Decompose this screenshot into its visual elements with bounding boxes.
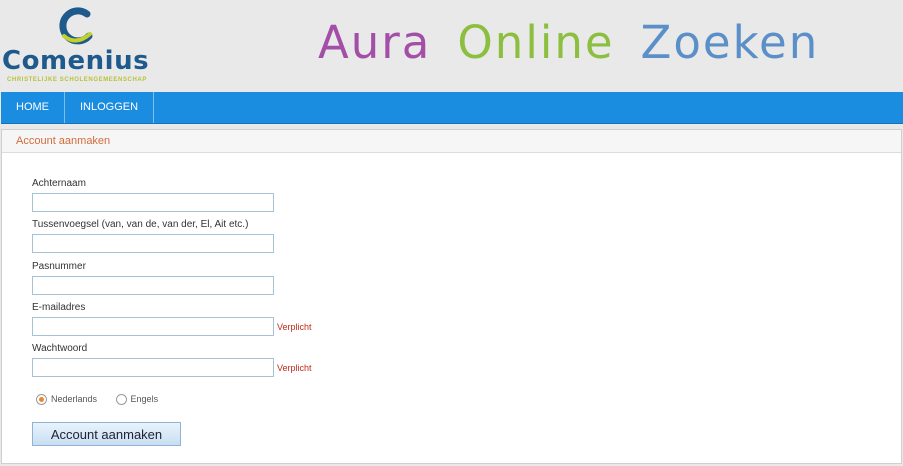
field-email: E-mailadres Verplicht	[32, 302, 312, 336]
site-banner: Aura Online Zoeken	[318, 16, 845, 69]
nav-item-home[interactable]: HOME	[1, 92, 65, 123]
field-label: Pasnummer	[32, 261, 86, 272]
language-selector: Nederlands Engels	[36, 394, 174, 406]
pasnummer-input[interactable]	[32, 276, 274, 295]
radio-label: Nederlands	[51, 394, 98, 404]
field-wachtwoord: Wachtwoord Verplicht	[32, 343, 312, 377]
field-pasnummer: Pasnummer	[32, 261, 274, 295]
password-input[interactable]	[32, 358, 274, 377]
field-label: Wachtwoord	[32, 343, 88, 354]
page-header: Comenius CHRISTELIJKE SCHOLENGEMEENSCHAP…	[0, 0, 903, 92]
language-option-nederlands[interactable]: Nederlands	[36, 394, 98, 406]
radio-unselected-icon[interactable]	[115, 394, 127, 406]
banner-word-online: Online	[457, 16, 615, 69]
field-label: Achternaam	[32, 178, 86, 189]
language-option-engels[interactable]: Engels	[115, 394, 159, 406]
achternaam-input[interactable]	[32, 193, 274, 212]
tussenvoegsel-input[interactable]	[32, 234, 274, 253]
comenius-logo[interactable]: Comenius CHRISTELIJKE SCHOLENGEMEENSCHAP	[0, 4, 150, 88]
logo-subtitle: CHRISTELIJKE SCHOLENGEMEENSCHAP	[7, 77, 147, 83]
field-tussenvoegsel: Tussenvoegsel (van, van de, van der, El,…	[32, 219, 274, 253]
required-indicator: Verplicht	[277, 362, 312, 373]
field-achternaam: Achternaam	[32, 178, 274, 212]
email-input[interactable]	[32, 317, 274, 336]
create-account-button[interactable]: Account aanmaken	[32, 422, 181, 446]
banner-word-aura: Aura	[318, 16, 432, 69]
main-nav: HOME INLOGGEN	[1, 92, 903, 124]
radio-label: Engels	[130, 394, 159, 404]
panel-title: Account aanmaken	[2, 130, 901, 153]
required-indicator: Verplicht	[277, 321, 312, 332]
field-label: E-mailadres	[32, 302, 86, 313]
banner-word-zoeken: Zoeken	[640, 16, 820, 69]
logo-wordmark: Comenius	[2, 46, 150, 76]
radio-selected-icon[interactable]	[36, 394, 47, 406]
field-label: Tussenvoegsel (van, van de, van der, El,…	[32, 219, 249, 230]
nav-item-inloggen[interactable]: INLOGGEN	[65, 92, 155, 123]
create-account-panel: Account aanmaken Achternaam Tussenvoegse…	[1, 129, 902, 464]
comenius-logo-mark-icon	[59, 7, 93, 45]
